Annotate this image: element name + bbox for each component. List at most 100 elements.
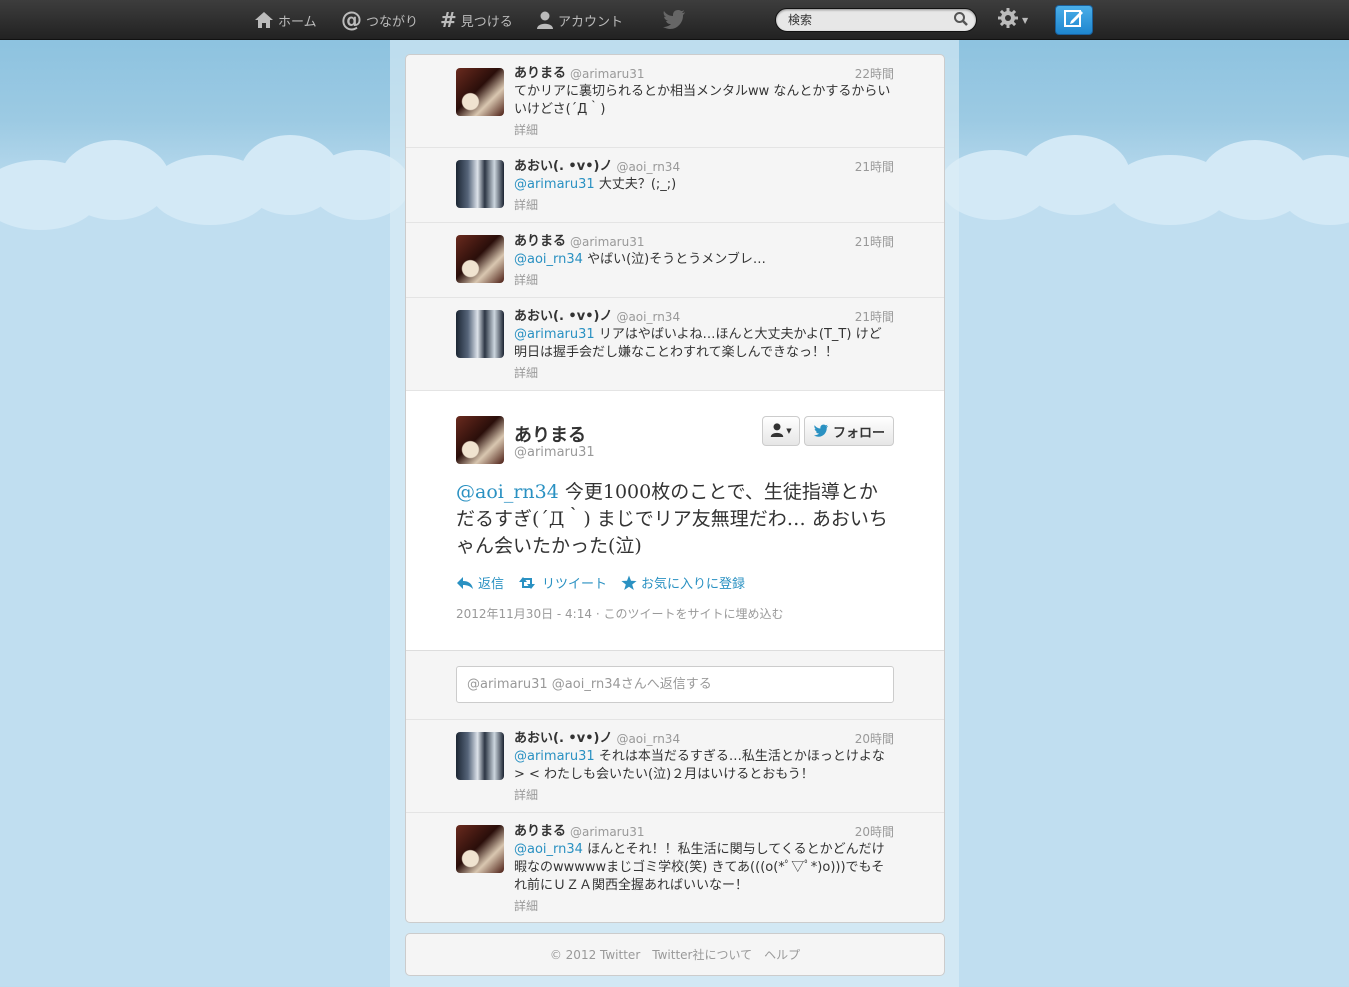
at-icon: @: [341, 8, 362, 32]
nav-discover[interactable]: # 見つける: [440, 0, 513, 40]
tweet-item[interactable]: あおい(. •v•)ノ @aoi_rn34 20時間 @arimaru31 それ…: [406, 720, 944, 813]
tweet-details-link[interactable]: 詳細: [514, 121, 538, 138]
conversation-panel: ありまる @arimaru31 22時間 てかリアに裏切られるとか相当メンタルw…: [405, 54, 945, 923]
search-icon[interactable]: [953, 11, 971, 29]
about-link[interactable]: Twitter社について: [652, 946, 752, 963]
favorite-action[interactable]: お気に入りに登録: [621, 573, 745, 592]
avatar[interactable]: [456, 732, 504, 780]
tweet-item[interactable]: ありまる @arimaru31 21時間 @aoi_rn34 やばい(泣)そうと…: [406, 223, 944, 298]
compose-tweet-button[interactable]: [1055, 5, 1093, 35]
reply-area: [406, 652, 944, 720]
copyright: © 2012 Twitter: [549, 947, 641, 962]
twitter-bird-icon[interactable]: [662, 9, 686, 35]
tweet-details-link[interactable]: 詳細: [514, 196, 538, 213]
mention-link[interactable]: @arimaru31: [514, 327, 595, 342]
search-input[interactable]: 検索: [775, 8, 977, 32]
retweet-label: リツイート: [542, 577, 608, 592]
avatar[interactable]: [456, 235, 504, 283]
tweet-item[interactable]: あおい(. •v•)ノ @aoi_rn34 21時間 @arimaru31 大丈…: [406, 148, 944, 223]
tweet-text: @arimaru31 それは本当だるすぎる…私生活とかほっとけよな> < わたし…: [514, 748, 894, 784]
reply-input[interactable]: [456, 666, 894, 703]
focused-timestamp[interactable]: 2012年11月30日 - 4:14: [456, 607, 592, 621]
tweet-body: やばい(泣)そうとうメンブレ…: [582, 252, 766, 267]
embed-tweet-link[interactable]: このツイートをサイトに埋め込む: [603, 607, 783, 621]
avatar[interactable]: [456, 160, 504, 208]
hashtag-icon: #: [440, 8, 457, 32]
focused-author-name[interactable]: ありまる: [514, 421, 586, 447]
person-icon: [536, 11, 554, 29]
tweet-author-name[interactable]: あおい(. •v•)ノ: [514, 309, 612, 325]
follow-label: フォロー: [832, 425, 885, 441]
tweet-body: 大丈夫？(;_;): [594, 177, 677, 192]
tweet-meta: 2012年11月30日 - 4:14 · このツイートをサイトに埋め込む: [456, 607, 784, 621]
star-icon: [621, 575, 637, 590]
tweet-item[interactable]: ありまる @arimaru31 20時間 @aoi_rn34 ほんとそれ！！私生…: [406, 813, 944, 922]
tweet-text: @aoi_rn34 ほんとそれ！！私生活に関与してくるとかどんだけ暇なのwwww…: [514, 841, 894, 895]
focused-tweet-text: @aoi_rn34 今更1000枚のことで、生徒指導とかだるすぎ(´Д｀) まじ…: [456, 479, 896, 560]
tweet-details-link[interactable]: 詳細: [514, 786, 538, 803]
mention-link[interactable]: @aoi_rn34: [514, 252, 583, 267]
favorite-label: お気に入りに登録: [641, 577, 746, 592]
tweet-author-name[interactable]: ありまる: [514, 234, 566, 250]
tweet-author-handle[interactable]: @aoi_rn34: [616, 159, 680, 175]
tweet-timestamp[interactable]: 21時間: [855, 234, 894, 250]
chevron-down-icon: ▼: [786, 427, 792, 435]
follow-button[interactable]: フォロー: [804, 416, 894, 446]
focused-tweet: ありまる @arimaru31 ▼ フォロー @aoi_rn34 今更1000枚…: [406, 391, 944, 651]
tweet-details-link[interactable]: 詳細: [514, 364, 538, 381]
tweet-body: てかリアに裏切られるとか相当メンタルww なんとかするからいいけどさ(´Д｀): [514, 84, 891, 117]
settings-menu-button[interactable]: ▼: [997, 7, 1035, 33]
tweet-text: @arimaru31 大丈夫？(;_;): [514, 176, 894, 194]
tweet-item[interactable]: ありまる @arimaru31 22時間 てかリアに裏切られるとか相当メンタルw…: [406, 55, 944, 148]
nav-home[interactable]: ホーム: [254, 0, 317, 40]
tweet-text: てかリアに裏切られるとか相当メンタルww なんとかするからいいけどさ(´Д｀): [514, 83, 894, 119]
compose-icon: [1063, 8, 1085, 32]
tweet-timestamp[interactable]: 22時間: [855, 66, 894, 82]
footer: © 2012 Twitter Twitter社について ヘルプ: [405, 933, 945, 976]
focused-author-handle[interactable]: @arimaru31: [514, 445, 595, 460]
person-icon: [770, 422, 784, 440]
reply-action[interactable]: 返信: [456, 573, 504, 592]
tweet-author-name[interactable]: あおい(. •v•)ノ: [514, 731, 612, 747]
mention-link[interactable]: @arimaru31: [514, 177, 595, 192]
tweet-timestamp[interactable]: 20時間: [855, 824, 894, 840]
tweet-author-handle[interactable]: @arimaru31: [570, 824, 644, 840]
avatar[interactable]: [456, 416, 504, 464]
tweet-author-handle[interactable]: @arimaru31: [570, 66, 644, 82]
tweet-details-link[interactable]: 詳細: [514, 897, 538, 914]
tweet-details-link[interactable]: 詳細: [514, 271, 538, 288]
mention-link[interactable]: @aoi_rn34: [514, 842, 583, 857]
avatar[interactable]: [456, 825, 504, 873]
nav-discover-label: 見つける: [460, 14, 513, 30]
user-actions-button[interactable]: ▼: [762, 416, 800, 446]
mention-link[interactable]: @aoi_rn34: [456, 481, 559, 503]
tweet-timestamp[interactable]: 20時間: [855, 731, 894, 747]
nav-connect[interactable]: @ つながり: [341, 0, 418, 40]
tweet-author-name[interactable]: ありまる: [514, 66, 566, 82]
tweet-text: @arimaru31 リアはやばいよね…ほんと大丈夫かよ(T_T) けど明日は握…: [514, 326, 894, 362]
tweet-item[interactable]: あおい(. •v•)ノ @aoi_rn34 21時間 @arimaru31 リア…: [406, 298, 944, 391]
nav-account-label: アカウント: [558, 14, 624, 30]
tweet-timestamp[interactable]: 21時間: [855, 309, 894, 325]
tweet-author-handle[interactable]: @aoi_rn34: [616, 731, 680, 747]
nav-connect-label: つながり: [366, 14, 419, 30]
nav-account[interactable]: アカウント: [536, 0, 623, 40]
home-icon: [254, 11, 274, 29]
tweet-author-name[interactable]: ありまる: [514, 824, 566, 840]
mention-link[interactable]: @arimaru31: [514, 749, 595, 764]
tweet-author-handle[interactable]: @aoi_rn34: [616, 309, 680, 325]
tweet-timestamp[interactable]: 21時間: [855, 159, 894, 175]
top-navigation-bar: ホーム @ つながり # 見つける アカウント 検索 ▼: [0, 0, 1349, 40]
tweet-author-handle[interactable]: @arimaru31: [570, 234, 644, 250]
nav-home-label: ホーム: [278, 14, 317, 30]
tweet-author-name[interactable]: あおい(. •v•)ノ: [514, 159, 612, 175]
retweet-action[interactable]: リツイート: [518, 573, 607, 592]
reply-icon: [457, 576, 473, 589]
tweet-text: @aoi_rn34 やばい(泣)そうとうメンブレ…: [514, 251, 894, 269]
chevron-down-icon: ▼: [1022, 15, 1029, 25]
help-link[interactable]: ヘルプ: [764, 946, 800, 963]
gear-icon: [997, 7, 1019, 33]
avatar[interactable]: [456, 68, 504, 116]
avatar[interactable]: [456, 310, 504, 358]
retweet-icon: [519, 576, 536, 589]
